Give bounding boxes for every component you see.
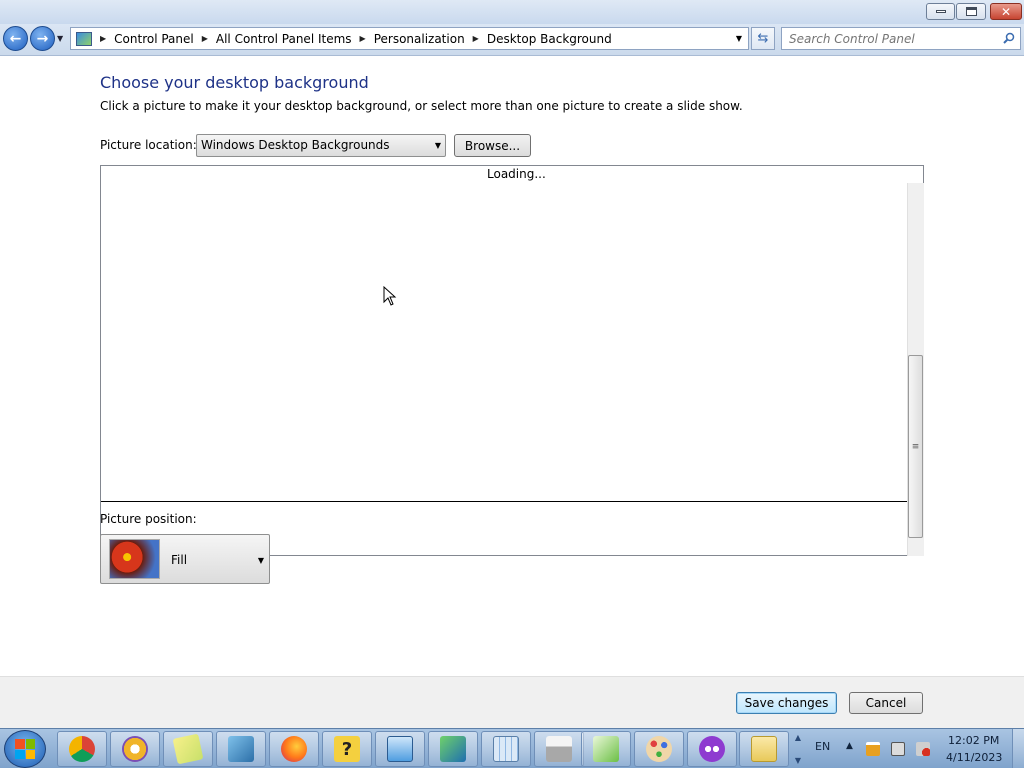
picture-position-label: Picture position: xyxy=(100,512,197,526)
picture-position-select[interactable]: Fill ▼ xyxy=(100,534,270,584)
taskbar-keepass[interactable] xyxy=(110,731,160,767)
forward-button[interactable]: → xyxy=(30,26,55,51)
loading-text: Loading... xyxy=(487,167,546,181)
taskbar-calculator[interactable] xyxy=(481,731,531,767)
forward-arrow-icon: → xyxy=(36,30,49,47)
picture-location-value: Windows Desktop Backgrounds xyxy=(201,138,390,152)
back-arrow-icon: ← xyxy=(9,30,22,47)
network-icon[interactable] xyxy=(891,742,905,756)
taskbar-remote-desktop[interactable] xyxy=(428,731,478,767)
network-cube-icon xyxy=(228,736,254,762)
taskbar-file-explorer[interactable] xyxy=(739,731,789,767)
mask-app-icon xyxy=(699,736,725,762)
close-button[interactable]: ✕ xyxy=(990,3,1022,20)
language-indicator[interactable]: EN xyxy=(815,740,830,753)
chart-editor-icon xyxy=(593,736,619,762)
back-button[interactable]: ← xyxy=(3,26,28,51)
search-box[interactable] xyxy=(781,27,1021,50)
search-input[interactable] xyxy=(789,31,989,46)
breadcrumb-separator-icon[interactable]: ▶ xyxy=(202,34,208,43)
breadcrumb-control-panel[interactable]: Control Panel xyxy=(114,32,194,46)
windows-logo-icon xyxy=(15,739,35,759)
restore-icon xyxy=(965,7,977,16)
help-icon: ? xyxy=(334,736,360,762)
control-panel-icon xyxy=(387,736,413,762)
taskbar-scroll[interactable]: ▲ ▼ xyxy=(791,731,805,767)
control-panel-icon xyxy=(76,31,92,46)
breadcrumb-separator-icon[interactable]: ▶ xyxy=(100,34,106,43)
picture-position-value: Fill xyxy=(171,553,188,567)
file-explorer-icon xyxy=(751,736,777,762)
page-title: Choose your desktop background xyxy=(100,73,369,92)
page-description: Click a picture to make it your desktop … xyxy=(100,99,743,113)
address-bar[interactable]: ▶ Control Panel ▶ All Control Panel Item… xyxy=(70,27,749,50)
action-center-flag-icon[interactable] xyxy=(866,742,880,756)
breadcrumb-separator-icon[interactable]: ▶ xyxy=(360,34,366,43)
taskbar-network-tool[interactable] xyxy=(216,731,266,767)
breadcrumb-personalization[interactable]: Personalization xyxy=(374,32,465,46)
chevron-down-icon[interactable]: ▼ xyxy=(795,756,801,765)
show-desktop-button[interactable] xyxy=(1012,729,1024,768)
action-bar: Save changes Cancel xyxy=(0,676,1024,728)
address-dropdown-icon[interactable]: ▼ xyxy=(736,34,742,43)
start-button[interactable] xyxy=(4,730,46,768)
calculator-icon xyxy=(493,736,519,762)
title-bar: ✕ xyxy=(0,0,1024,24)
firefox-icon xyxy=(281,736,307,762)
taskbar-control-panel[interactable] xyxy=(375,731,425,767)
mouse-cursor-icon xyxy=(383,286,397,306)
taskbar-chart-editor[interactable] xyxy=(581,731,631,767)
chrome-icon xyxy=(69,736,95,762)
search-icon[interactable] xyxy=(1003,32,1015,44)
remote-desktop-icon xyxy=(440,736,466,762)
taskbar-help[interactable]: ? xyxy=(322,731,372,767)
taskbar-firefox[interactable] xyxy=(269,731,319,767)
refresh-icon: ⇆ xyxy=(757,31,769,46)
chevron-down-icon: ▼ xyxy=(434,141,441,150)
picture-location-select[interactable]: Windows Desktop Backgrounds ▼ xyxy=(196,134,446,157)
minimize-button[interactable] xyxy=(926,3,955,20)
picture-location-label: Picture location: xyxy=(100,138,197,152)
sticky-notes-icon xyxy=(172,733,204,765)
chevron-down-icon: ▼ xyxy=(257,556,264,565)
save-changes-button[interactable]: Save changes xyxy=(736,692,837,714)
taskbar-mask-app[interactable] xyxy=(687,731,737,767)
close-icon: ✕ xyxy=(1000,4,1012,19)
restore-button[interactable] xyxy=(956,3,986,20)
grip-icon: ≡ xyxy=(911,441,920,452)
chevron-up-icon[interactable]: ▲ xyxy=(795,733,801,742)
refresh-button[interactable]: ⇆ xyxy=(751,27,775,50)
taskbar-printer[interactable] xyxy=(534,731,584,767)
breadcrumb-desktop-background[interactable]: Desktop Background xyxy=(487,32,612,46)
paint-icon xyxy=(646,736,672,762)
clock-date[interactable]: 4/11/2023 xyxy=(946,751,1002,764)
clock-time[interactable]: 12:02 PM xyxy=(948,734,999,747)
keepass-icon xyxy=(122,736,148,762)
navigation-bar: ← → ▼ ▶ Control Panel ▶ All Control Pane… xyxy=(0,24,1024,56)
position-preview-thumbnail xyxy=(109,539,160,579)
taskbar-chrome[interactable] xyxy=(57,731,107,767)
minimize-icon xyxy=(935,10,946,13)
printer-icon xyxy=(546,736,572,762)
breadcrumb-separator-icon[interactable]: ▶ xyxy=(473,34,479,43)
divider xyxy=(101,501,907,502)
browse-button[interactable]: Browse... xyxy=(454,134,531,157)
recent-pages-dropdown[interactable]: ▼ xyxy=(57,34,63,43)
show-hidden-icons-icon[interactable]: ▲ xyxy=(846,741,853,751)
picture-list[interactable]: Loading... ≡ xyxy=(100,165,924,556)
taskbar-sticky-notes[interactable] xyxy=(163,731,213,767)
scrollbar-thumb[interactable]: ≡ xyxy=(908,355,923,538)
volume-muted-icon[interactable] xyxy=(916,742,930,756)
taskbar: ? ▲ ▼ EN ▲ 12:02 PM 4/11/2023 xyxy=(0,728,1024,768)
cancel-button[interactable]: Cancel xyxy=(849,692,923,714)
taskbar-paint[interactable] xyxy=(634,731,684,767)
breadcrumb-all-items[interactable]: All Control Panel Items xyxy=(216,32,352,46)
